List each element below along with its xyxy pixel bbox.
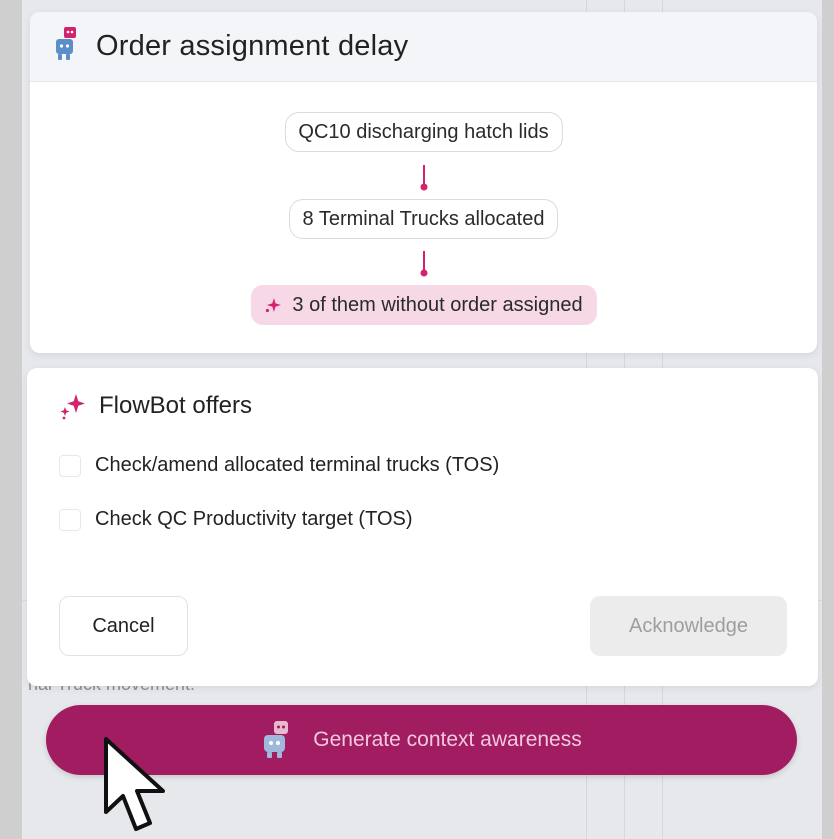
generate-button-label: Generate context awareness [313, 728, 582, 751]
window-edge-left [0, 0, 22, 839]
chain-highlight-label: 3 of them without order assigned [292, 293, 583, 316]
acknowledge-button[interactable]: Acknowledge [590, 596, 787, 656]
offer-label: Check QC Productivity target (TOS) [95, 508, 413, 530]
cancel-button[interactable]: Cancel [59, 596, 188, 656]
chain-highlight: 3 of them without order assigned [250, 285, 597, 325]
offer-checkbox[interactable] [59, 454, 81, 477]
alert-title: Order assignment delay [96, 30, 409, 62]
offers-title: FlowBot offers [99, 392, 252, 419]
arrow-down-icon [420, 165, 427, 191]
arrow-down-icon [420, 251, 427, 277]
sparkle-icon [59, 392, 87, 420]
offers-card: FlowBot offers Check/amend allocated ter… [27, 368, 818, 686]
alert-header: Order assignment delay [30, 12, 817, 82]
chain-step: 8 Terminal Trucks allocated [288, 199, 559, 239]
sparkle-icon [264, 297, 281, 313]
offer-label: Check/amend allocated terminal trucks (T… [95, 454, 500, 476]
robot-icon [261, 721, 295, 759]
offer-option[interactable]: Check/amend allocated terminal trucks (T… [59, 454, 499, 477]
offer-option[interactable]: Check QC Productivity target (TOS) [59, 508, 413, 531]
mouse-pointer-icon [104, 737, 165, 831]
chain-step: QC10 discharging hatch lids [284, 112, 563, 152]
robot-icon [54, 27, 80, 66]
window-edge-right [822, 0, 834, 839]
alert-card: Order assignment delay QC10 discharging … [30, 12, 817, 353]
offers-heading: FlowBot offers [59, 392, 252, 420]
offer-checkbox[interactable] [59, 508, 81, 531]
